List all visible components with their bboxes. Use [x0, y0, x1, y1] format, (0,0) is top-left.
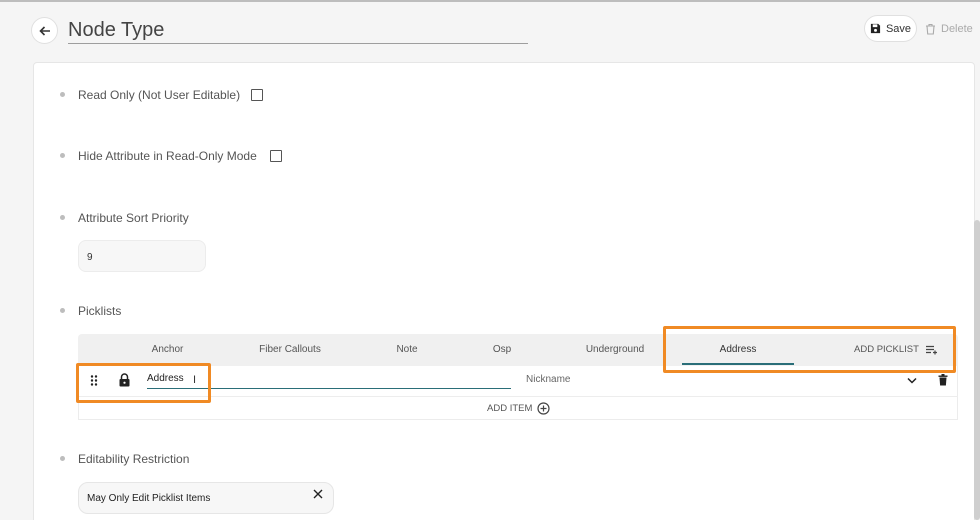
close-icon[interactable] [313, 489, 323, 499]
tab-fiber-callouts[interactable]: Fiber Callouts [250, 344, 330, 355]
hide-attribute-label: Hide Attribute in Read-Only Mode [78, 149, 257, 163]
back-arrow-icon [38, 25, 50, 36]
save-label: Save [885, 22, 912, 35]
save-button[interactable]: Save [864, 15, 917, 42]
page-title[interactable]: Node Type [68, 19, 528, 44]
tab-anchor[interactable]: Anchor [140, 344, 195, 355]
highlight-address-tab [663, 326, 956, 373]
scrollbar-thumb[interactable] [974, 220, 980, 520]
sort-priority-input[interactable]: 9 [78, 240, 206, 272]
bullet [60, 153, 65, 158]
bullet [60, 92, 65, 97]
read-only-checkbox[interactable] [251, 89, 263, 101]
tab-note[interactable]: Note [386, 344, 428, 355]
tab-osp[interactable]: Osp [484, 344, 520, 355]
trash-icon [926, 23, 935, 35]
bullet [60, 456, 65, 461]
editability-label: Editability Restriction [78, 452, 190, 466]
top-divider [0, 0, 980, 2]
save-disk-icon [870, 23, 881, 34]
add-item-label: ADD ITEM [487, 403, 533, 414]
hide-attribute-checkbox[interactable] [270, 150, 282, 162]
picklists-label: Picklists [78, 304, 122, 318]
nickname-input[interactable]: Nickname [526, 374, 570, 385]
highlight-item-row [76, 363, 211, 403]
chevron-down-icon[interactable] [907, 377, 917, 384]
add-circle-icon [537, 402, 550, 415]
delete-label: Delete [941, 22, 973, 35]
add-item-button[interactable]: ADD ITEM [487, 402, 550, 415]
read-only-label: Read Only (Not User Editable) [78, 88, 241, 102]
delete-button[interactable]: Delete [925, 15, 980, 42]
tab-underground[interactable]: Underground [576, 344, 654, 355]
back-button[interactable] [31, 17, 58, 44]
bullet [60, 308, 65, 313]
sort-priority-label: Attribute Sort Priority [78, 211, 189, 225]
editability-select[interactable]: May Only Edit Picklist Items [78, 482, 334, 514]
bullet [60, 215, 65, 220]
delete-item-icon[interactable] [938, 374, 948, 386]
